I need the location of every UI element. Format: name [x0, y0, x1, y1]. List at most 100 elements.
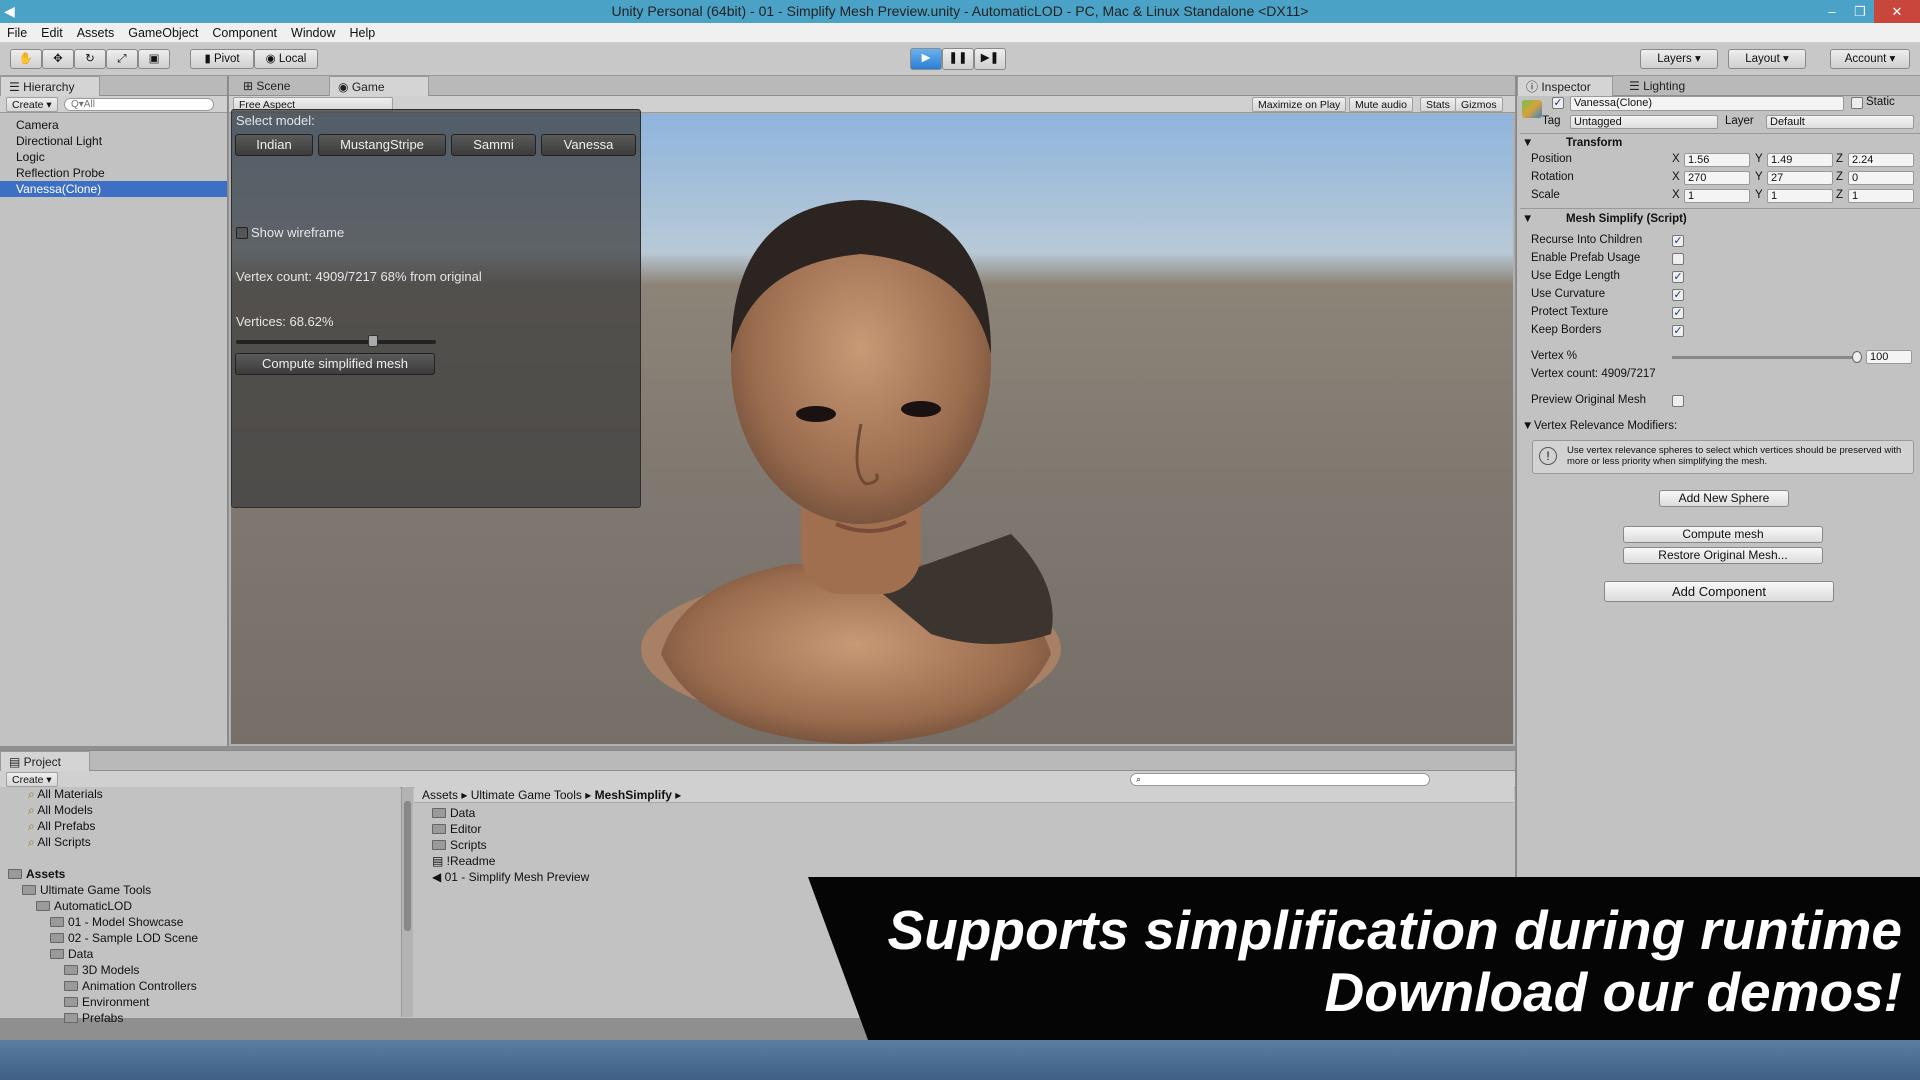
rotation-y-field[interactable]: 27	[1767, 171, 1833, 185]
menu-file[interactable]: File	[0, 23, 34, 43]
tab-game[interactable]: ◉ Game	[329, 76, 429, 96]
menu-component[interactable]: Component	[205, 23, 284, 43]
menu-window[interactable]: Window	[284, 23, 342, 43]
minimize-icon[interactable]: –	[1818, 0, 1846, 23]
compute-simplified-mesh-button[interactable]: Compute simplified mesh	[235, 353, 435, 375]
breadcrumb-assets[interactable]: Assets	[422, 788, 458, 802]
account-dropdown[interactable]: Account ▾	[1830, 49, 1910, 69]
tree-item[interactable]: AutomaticLOD	[36, 899, 132, 914]
project-create-button[interactable]: Create ▾	[6, 772, 58, 787]
model-button-sammi[interactable]: Sammi	[451, 134, 536, 156]
mesh-simplify-foldout-icon[interactable]: ▼	[1522, 213, 1533, 225]
close-icon[interactable]: ✕	[1874, 0, 1920, 23]
vertices-slider[interactable]	[236, 335, 436, 347]
favorite-item[interactable]: ⌕ All Prefabs	[28, 819, 95, 834]
tab-project[interactable]: ▤ Project	[0, 751, 90, 771]
file-item[interactable]: Editor	[432, 822, 481, 837]
hierarchy-item-logic[interactable]: Logic	[0, 149, 227, 165]
tree-item[interactable]: Data	[50, 947, 93, 962]
breadcrumb-ultimate-game-tools[interactable]: Ultimate Game Tools	[471, 788, 582, 802]
compute-mesh-button[interactable]: Compute mesh	[1623, 526, 1823, 543]
hierarchy-item-directional-light[interactable]: Directional Light	[0, 133, 227, 149]
stats-toggle[interactable]: Stats	[1420, 97, 1456, 112]
tree-scrollbar-thumb[interactable]	[404, 801, 411, 931]
maximize-on-play-toggle[interactable]: Maximize on Play	[1252, 97, 1347, 112]
tab-hierarchy[interactable]: ☰ Hierarchy	[0, 76, 100, 96]
step-button[interactable]: ▶❚	[974, 48, 1006, 70]
layers-dropdown[interactable]: Layers ▾	[1640, 49, 1718, 69]
vertex-percent-slider[interactable]	[1672, 356, 1862, 359]
option-checkbox[interactable]: ✓	[1672, 271, 1684, 283]
favorite-item[interactable]: ⌕ All Scripts	[28, 835, 91, 850]
option-checkbox[interactable]	[1672, 253, 1684, 265]
hierarchy-create-button[interactable]: Create ▾	[6, 97, 58, 112]
file-item[interactable]: ◀ 01 - Simplify Mesh Preview	[432, 870, 589, 885]
pivot-toggle[interactable]: ▮ Pivot	[190, 49, 254, 69]
gizmos-dropdown[interactable]: Gizmos	[1455, 97, 1503, 112]
menu-edit[interactable]: Edit	[34, 23, 70, 43]
position-x-field[interactable]: 1.56	[1684, 153, 1750, 167]
add-component-button[interactable]: Add Component	[1604, 581, 1834, 602]
menu-assets[interactable]: Assets	[70, 23, 122, 43]
tree-item[interactable]: 01 - Model Showcase	[50, 915, 183, 930]
project-search-input[interactable]: ⌕	[1130, 773, 1430, 786]
tree-item[interactable]: Prefabs	[64, 1011, 123, 1026]
vertex-percent-field[interactable]: 100	[1866, 350, 1912, 364]
tree-item[interactable]: Ultimate Game Tools	[22, 883, 151, 898]
transform-foldout-icon[interactable]: ▼	[1522, 137, 1533, 149]
rotation-z-field[interactable]: 0	[1848, 171, 1914, 185]
scale-tool-icon[interactable]: ⤢	[106, 49, 138, 69]
hierarchy-search-input[interactable]	[64, 98, 214, 111]
model-button-mustangstripe[interactable]: MustangStripe	[318, 134, 446, 156]
rotation-x-field[interactable]: 270	[1684, 171, 1750, 185]
active-checkbox[interactable]: ✓	[1552, 97, 1564, 109]
option-checkbox[interactable]: ✓	[1672, 325, 1684, 337]
restore-icon[interactable]: ❐	[1846, 0, 1874, 23]
vertex-percent-slider-thumb[interactable]	[1852, 351, 1862, 363]
option-checkbox[interactable]: ✓	[1672, 235, 1684, 247]
tab-scene[interactable]: ⊞ Scene	[235, 76, 321, 96]
tag-dropdown[interactable]: Untagged	[1570, 115, 1718, 129]
option-checkbox[interactable]: ✓	[1672, 289, 1684, 301]
breadcrumb-meshsimplify[interactable]: MeshSimplify	[595, 788, 672, 802]
hierarchy-item-reflection-probe[interactable]: Reflection Probe	[0, 165, 227, 181]
favorite-item[interactable]: ⌕ All Models	[28, 803, 93, 818]
rect-tool-icon[interactable]: ▣	[138, 49, 170, 69]
scale-z-field[interactable]: 1	[1848, 189, 1914, 203]
layer-dropdown[interactable]: Default	[1766, 115, 1914, 129]
hierarchy-item-camera[interactable]: Camera	[0, 117, 227, 133]
mute-audio-toggle[interactable]: Mute audio	[1349, 97, 1413, 112]
position-y-field[interactable]: 1.49	[1767, 153, 1833, 167]
menu-help[interactable]: Help	[342, 23, 382, 43]
model-button-vanessa[interactable]: Vanessa	[541, 134, 636, 156]
file-item[interactable]: Scripts	[432, 838, 487, 853]
add-new-sphere-button[interactable]: Add New Sphere	[1659, 490, 1789, 507]
move-tool-icon[interactable]: ✥	[42, 49, 74, 69]
file-item[interactable]: ▤ !Readme	[432, 854, 495, 869]
scale-y-field[interactable]: 1	[1767, 189, 1833, 203]
option-checkbox[interactable]: ✓	[1672, 307, 1684, 319]
object-name-field[interactable]: Vanessa(Clone)	[1570, 96, 1844, 111]
tree-item[interactable]: 3D Models	[64, 963, 139, 978]
vertices-slider-thumb[interactable]	[368, 335, 379, 347]
layout-dropdown[interactable]: Layout ▾	[1728, 49, 1806, 69]
favorite-item[interactable]: ⌕ All Materials	[28, 787, 103, 802]
tab-inspector[interactable]: ⓘ Inspector	[1517, 76, 1613, 96]
model-button-indian[interactable]: Indian	[235, 134, 313, 156]
tree-item[interactable]: Animation Controllers	[64, 979, 197, 994]
show-wireframe-checkbox[interactable]	[236, 227, 248, 239]
relevance-foldout-icon[interactable]: ▼	[1522, 420, 1533, 432]
static-checkbox[interactable]	[1851, 97, 1863, 109]
pause-button[interactable]: ❚❚	[942, 48, 974, 70]
file-item[interactable]: Data	[432, 806, 475, 821]
position-z-field[interactable]: 2.24	[1848, 153, 1914, 167]
tree-item[interactable]: Environment	[64, 995, 149, 1010]
preview-original-checkbox[interactable]	[1672, 395, 1684, 407]
tree-scrollbar[interactable]	[401, 787, 413, 1017]
rotate-tool-icon[interactable]: ↻	[74, 49, 106, 69]
tree-item[interactable]: 02 - Sample LOD Scene	[50, 931, 198, 946]
hierarchy-item-vanessa-clone[interactable]: Vanessa(Clone)	[0, 181, 227, 197]
restore-original-mesh-button[interactable]: Restore Original Mesh...	[1623, 547, 1823, 564]
tab-lighting[interactable]: ☰ Lighting	[1621, 76, 1711, 96]
scale-x-field[interactable]: 1	[1684, 189, 1750, 203]
